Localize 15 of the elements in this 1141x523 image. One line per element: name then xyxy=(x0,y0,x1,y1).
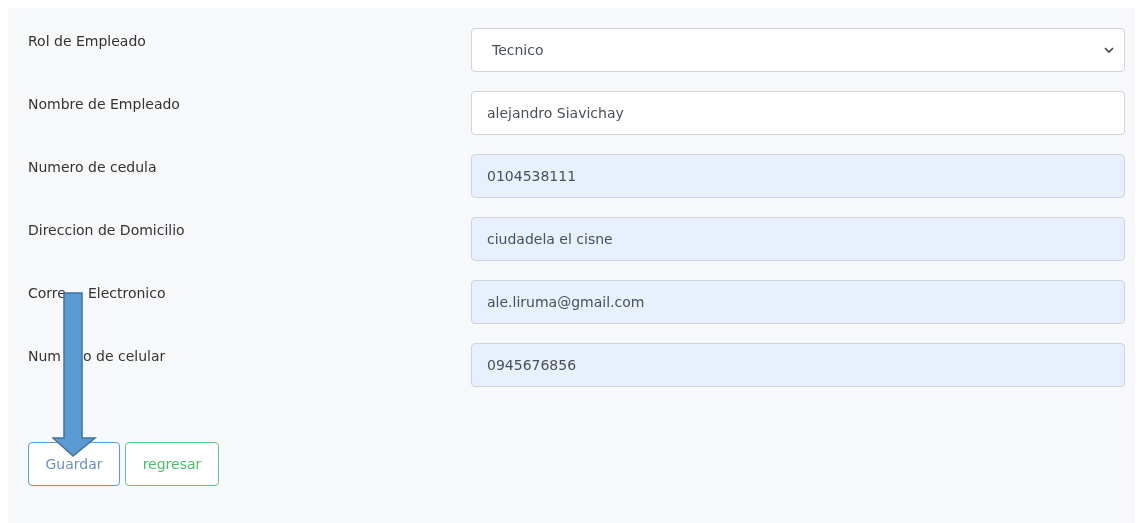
field-label: Rol de Empleado xyxy=(28,33,146,49)
field-label: Numero de cedula xyxy=(28,159,157,175)
field-label: o de celular xyxy=(83,348,166,364)
role-select[interactable]: Tecnico xyxy=(471,28,1125,72)
field-label: Direccion de Domicilio xyxy=(28,222,185,238)
input-field[interactable]: ciudadela el cisne xyxy=(471,217,1125,261)
input-field[interactable]: 0945676856 xyxy=(471,343,1125,387)
field-label: Electronico xyxy=(87,285,166,301)
input-field[interactable]: alejandro Siavichay xyxy=(471,91,1125,135)
input-field[interactable]: ale.liruma@gmail.com xyxy=(471,280,1125,324)
field-label: Num xyxy=(28,348,61,364)
field-label: Nombre de Empleado xyxy=(28,96,180,112)
input-field[interactable]: 0104538111 xyxy=(471,154,1125,198)
chevron-down-icon xyxy=(1104,46,1114,54)
field-label: Corre xyxy=(28,285,66,301)
